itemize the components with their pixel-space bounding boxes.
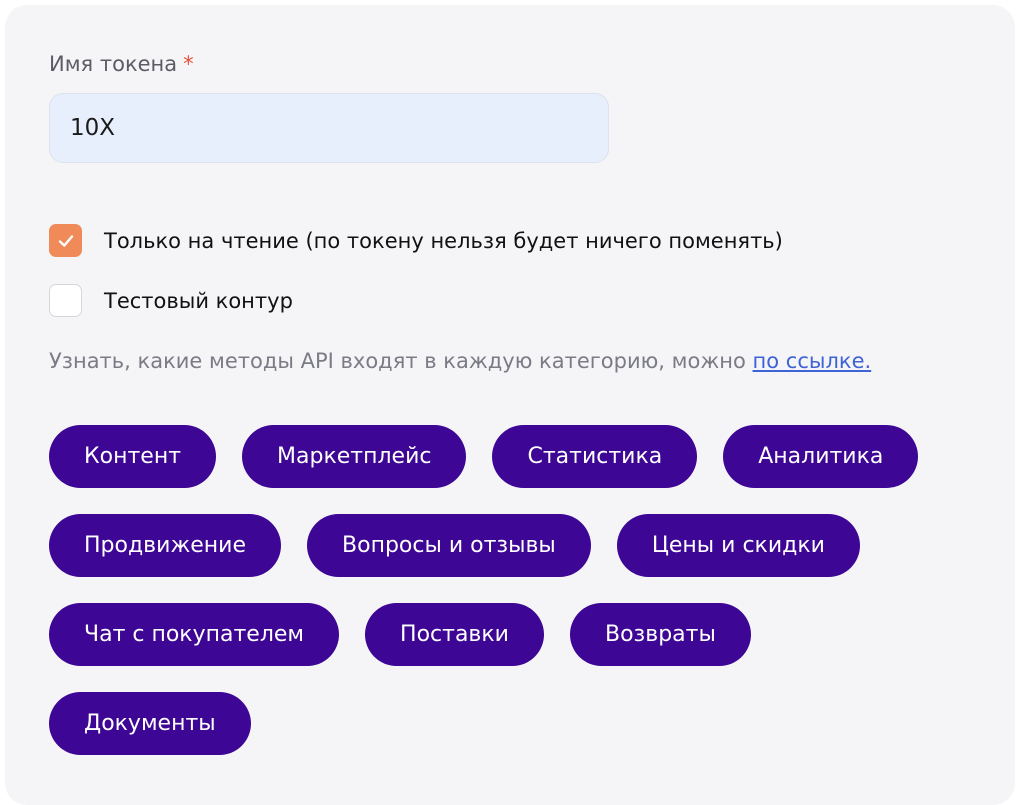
test-contour-label: Тестовый контур — [104, 288, 293, 313]
chip-statistics[interactable]: Статистика — [492, 425, 698, 488]
chip-questions-reviews[interactable]: Вопросы и отзывы — [307, 514, 591, 577]
chip-marketplace[interactable]: Маркетплейс — [242, 425, 467, 488]
read-only-label: Только на чтение (по токену нельзя будет… — [104, 228, 783, 253]
chip-analytics[interactable]: Аналитика — [723, 425, 919, 488]
token-name-label-text: Имя токена — [49, 52, 178, 76]
token-name-label: Имя токена * — [49, 52, 194, 76]
test-contour-option[interactable]: Тестовый контур — [49, 284, 293, 317]
chip-documents[interactable]: Документы — [49, 692, 251, 755]
chip-promotion[interactable]: Продвижение — [49, 514, 282, 577]
token-name-input[interactable] — [49, 93, 609, 163]
checkmark-icon — [58, 234, 73, 247]
chip-prices-discounts[interactable]: Цены и скидки — [616, 514, 860, 577]
hint-link[interactable]: по ссылке. — [753, 349, 872, 373]
read-only-checkbox[interactable] — [49, 224, 82, 257]
token-form-panel: Имя токена* Только на чтение (по токену … — [5, 5, 1015, 805]
chip-supplies[interactable]: Поставки — [365, 603, 544, 666]
read-only-option[interactable]: Только на чтение (по токену нельзя будет… — [49, 224, 783, 257]
chip-buyer-chat[interactable]: Чат с покупателем — [49, 603, 340, 666]
test-contour-checkbox[interactable] — [49, 284, 82, 317]
chip-content[interactable]: Контент — [49, 425, 217, 488]
api-methods-hint: Узнать, какие методы API входят в каждую… — [49, 349, 871, 373]
required-mark: * — [183, 52, 194, 76]
hint-text: Узнать, какие методы API входят в каждую… — [49, 349, 746, 373]
chip-returns[interactable]: Возвраты — [569, 603, 751, 666]
category-chips: Контент Маркетплейс Статистика Аналитика… — [49, 425, 969, 755]
